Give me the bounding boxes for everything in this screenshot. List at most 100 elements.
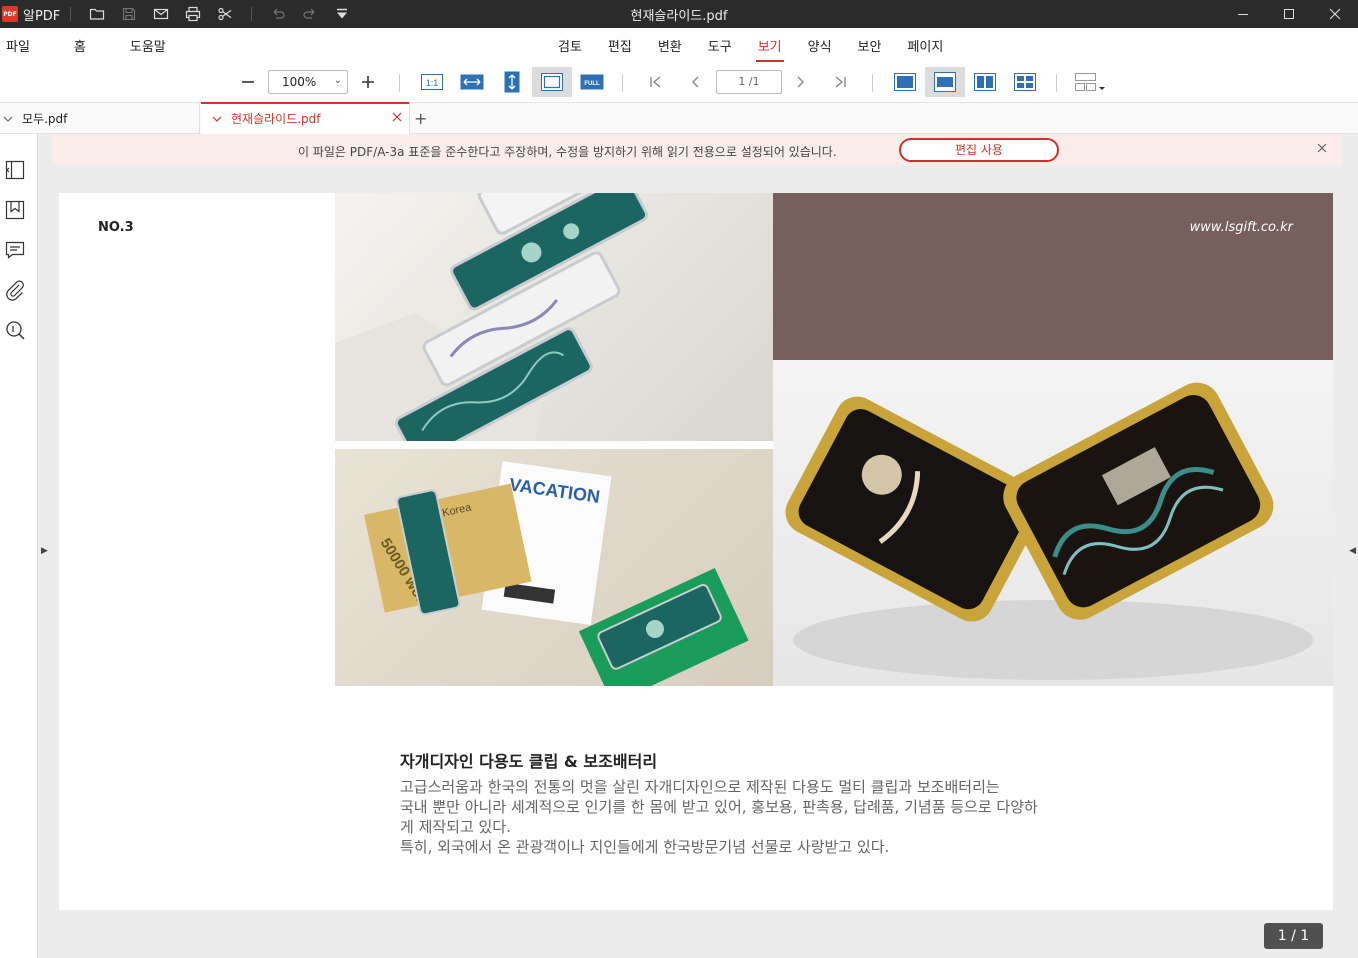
minimize-button[interactable] [1220,0,1266,28]
continuous-view-button[interactable] [925,67,965,97]
menu-pages[interactable]: 페이지 [907,36,943,55]
menu-edit[interactable]: 편집 [608,36,632,55]
close-tab-icon[interactable] [391,111,403,123]
save-icon[interactable] [113,0,145,28]
menu-review[interactable]: 검토 [558,36,582,55]
single-page-view-button[interactable] [885,67,925,97]
undo-icon[interactable] [262,0,294,28]
close-icon[interactable] [1316,142,1328,154]
continuous-page-icon [934,72,956,92]
fit-height-button[interactable] [492,67,532,97]
menu-home[interactable]: 홈 [74,36,86,55]
layout-options-button[interactable] [1070,67,1110,97]
read-only-notice: 이 파일은 PDF/A-3a 표준을 준수한다고 주장하며, 수정을 방지하기 … [52,134,1342,165]
layout-dropdown-icon [1075,73,1105,91]
fit-page-button[interactable] [532,67,572,97]
description-line: 국내 뿐만 아니라 세계적으로 인기를 한 몸에 받고 있어, 홍보용, 판촉용… [400,798,1038,816]
bookmark-icon[interactable] [4,199,26,221]
product-heading: 자개디자인 다용도 클립 & 보조배터리 [400,752,658,771]
full-screen-button[interactable]: FULL [572,67,612,97]
enable-editing-button[interactable]: 편집 사용 [899,138,1059,162]
zoom-value: 100% [282,75,317,89]
open-folder-icon[interactable] [81,0,113,28]
print-icon[interactable] [177,0,209,28]
chevron-down-icon [212,116,222,122]
menu-help[interactable]: 도움말 [130,36,166,55]
maximize-icon [1284,9,1294,19]
app-name: 알PDF [23,8,61,24]
customize-dropdown-icon[interactable] [326,0,358,28]
view-toolbar: 100% ⌄ 1:1 FULL 1 /1 [0,62,1358,102]
fit-height-icon [504,71,520,93]
tab-label: 현재슬라이드.pdf [231,112,321,126]
comment-icon[interactable] [4,239,26,261]
last-page-button[interactable] [820,67,860,97]
tab-current-slide-pdf[interactable]: 현재슬라이드.pdf [201,102,410,134]
divider [622,74,623,92]
menu-security[interactable]: 보안 [858,36,882,55]
description-line: 특히, 외국에서 온 관광객이나 지인들에게 한국방문기념 선물로 사랑받고 있… [400,838,890,856]
menu-file[interactable]: 파일 [6,36,30,55]
description-line: 게 제작되고 있다. [400,818,511,836]
single-page-icon [894,73,916,91]
page-number-label: NO.3 [98,220,134,235]
chevron-left-icon [692,76,699,88]
mail-icon[interactable] [145,0,177,28]
tab-label: 모두.pdf [22,112,68,126]
full-screen-icon: FULL [580,74,604,90]
add-tab-icon[interactable]: + [414,109,427,128]
fit-page-icon [541,73,563,91]
first-page-icon [650,76,661,88]
chevron-down-icon: ⌄ [333,75,342,86]
page-number-input[interactable]: 1 /1 [716,70,782,94]
zoom-select[interactable]: 100% ⌄ [268,70,348,94]
close-icon [1329,8,1341,20]
actual-size-button[interactable]: 1:1 [412,67,452,97]
grid-view-icon [1014,73,1036,91]
product-description: 고급스러움과 한국의 전통의 멋을 살린 자개디자인으로 제작된 다용도 멀티 … [400,777,1120,857]
app-logo: PDF [2,6,18,22]
svg-text:1:1: 1:1 [426,78,439,88]
close-window-button[interactable] [1312,0,1358,28]
left-sidebar [0,134,38,958]
expand-sidebar-icon[interactable]: ▶ [41,546,48,556]
chevron-right-icon [797,76,804,88]
plus-icon [362,76,374,88]
fit-width-button[interactable] [452,67,492,97]
divider [70,7,72,21]
search-icon[interactable] [4,319,26,341]
zoom-out-button[interactable] [228,67,268,97]
attachment-icon[interactable] [4,279,26,301]
expand-right-panel-icon[interactable]: ◀ [1349,546,1356,556]
minimize-icon [1238,14,1248,15]
thumbnails-panel-icon[interactable] [4,159,26,181]
tab-all-pdf[interactable]: 모두.pdf [0,103,200,134]
document-tab-bar: 모두.pdf 현재슬라이드.pdf + [0,102,1358,134]
scissors-icon[interactable] [209,0,241,28]
two-page-view-button[interactable] [965,67,1005,97]
brand-panel: www.lsgift.co.kr [773,193,1333,360]
menu-convert[interactable]: 변환 [658,36,682,55]
menu-tools[interactable]: 도구 [708,36,732,55]
maximize-button[interactable] [1266,0,1312,28]
first-page-button[interactable] [636,67,676,97]
minus-icon [242,81,254,83]
redo-icon[interactable] [294,0,326,28]
menu-bar: 파일 홈 도움말 검토 편집 변환 도구 보기 양식 보안 페이지 [0,28,1358,62]
zoom-in-button[interactable] [348,67,388,97]
menu-forms[interactable]: 양식 [808,36,832,55]
previous-page-button[interactable] [676,67,716,97]
next-page-button[interactable] [780,67,820,97]
photo-battery-cases [773,360,1333,686]
menu-view[interactable]: 보기 [755,36,784,62]
divider [251,7,253,21]
actual-size-icon: 1:1 [421,74,443,90]
document-page: NO.3 VACATION nk of Korea 50000 won www.… [59,193,1333,910]
page-indicator: 1 / 1 [1264,923,1323,949]
svg-text:FULL: FULL [584,81,600,87]
fit-width-icon [460,74,484,90]
chevron-down-icon [3,116,13,122]
website-url: www.lsgift.co.kr [1189,220,1293,235]
photo-travel-clips: VACATION nk of Korea 50000 won [335,449,773,686]
two-page-continuous-button[interactable] [1005,67,1045,97]
